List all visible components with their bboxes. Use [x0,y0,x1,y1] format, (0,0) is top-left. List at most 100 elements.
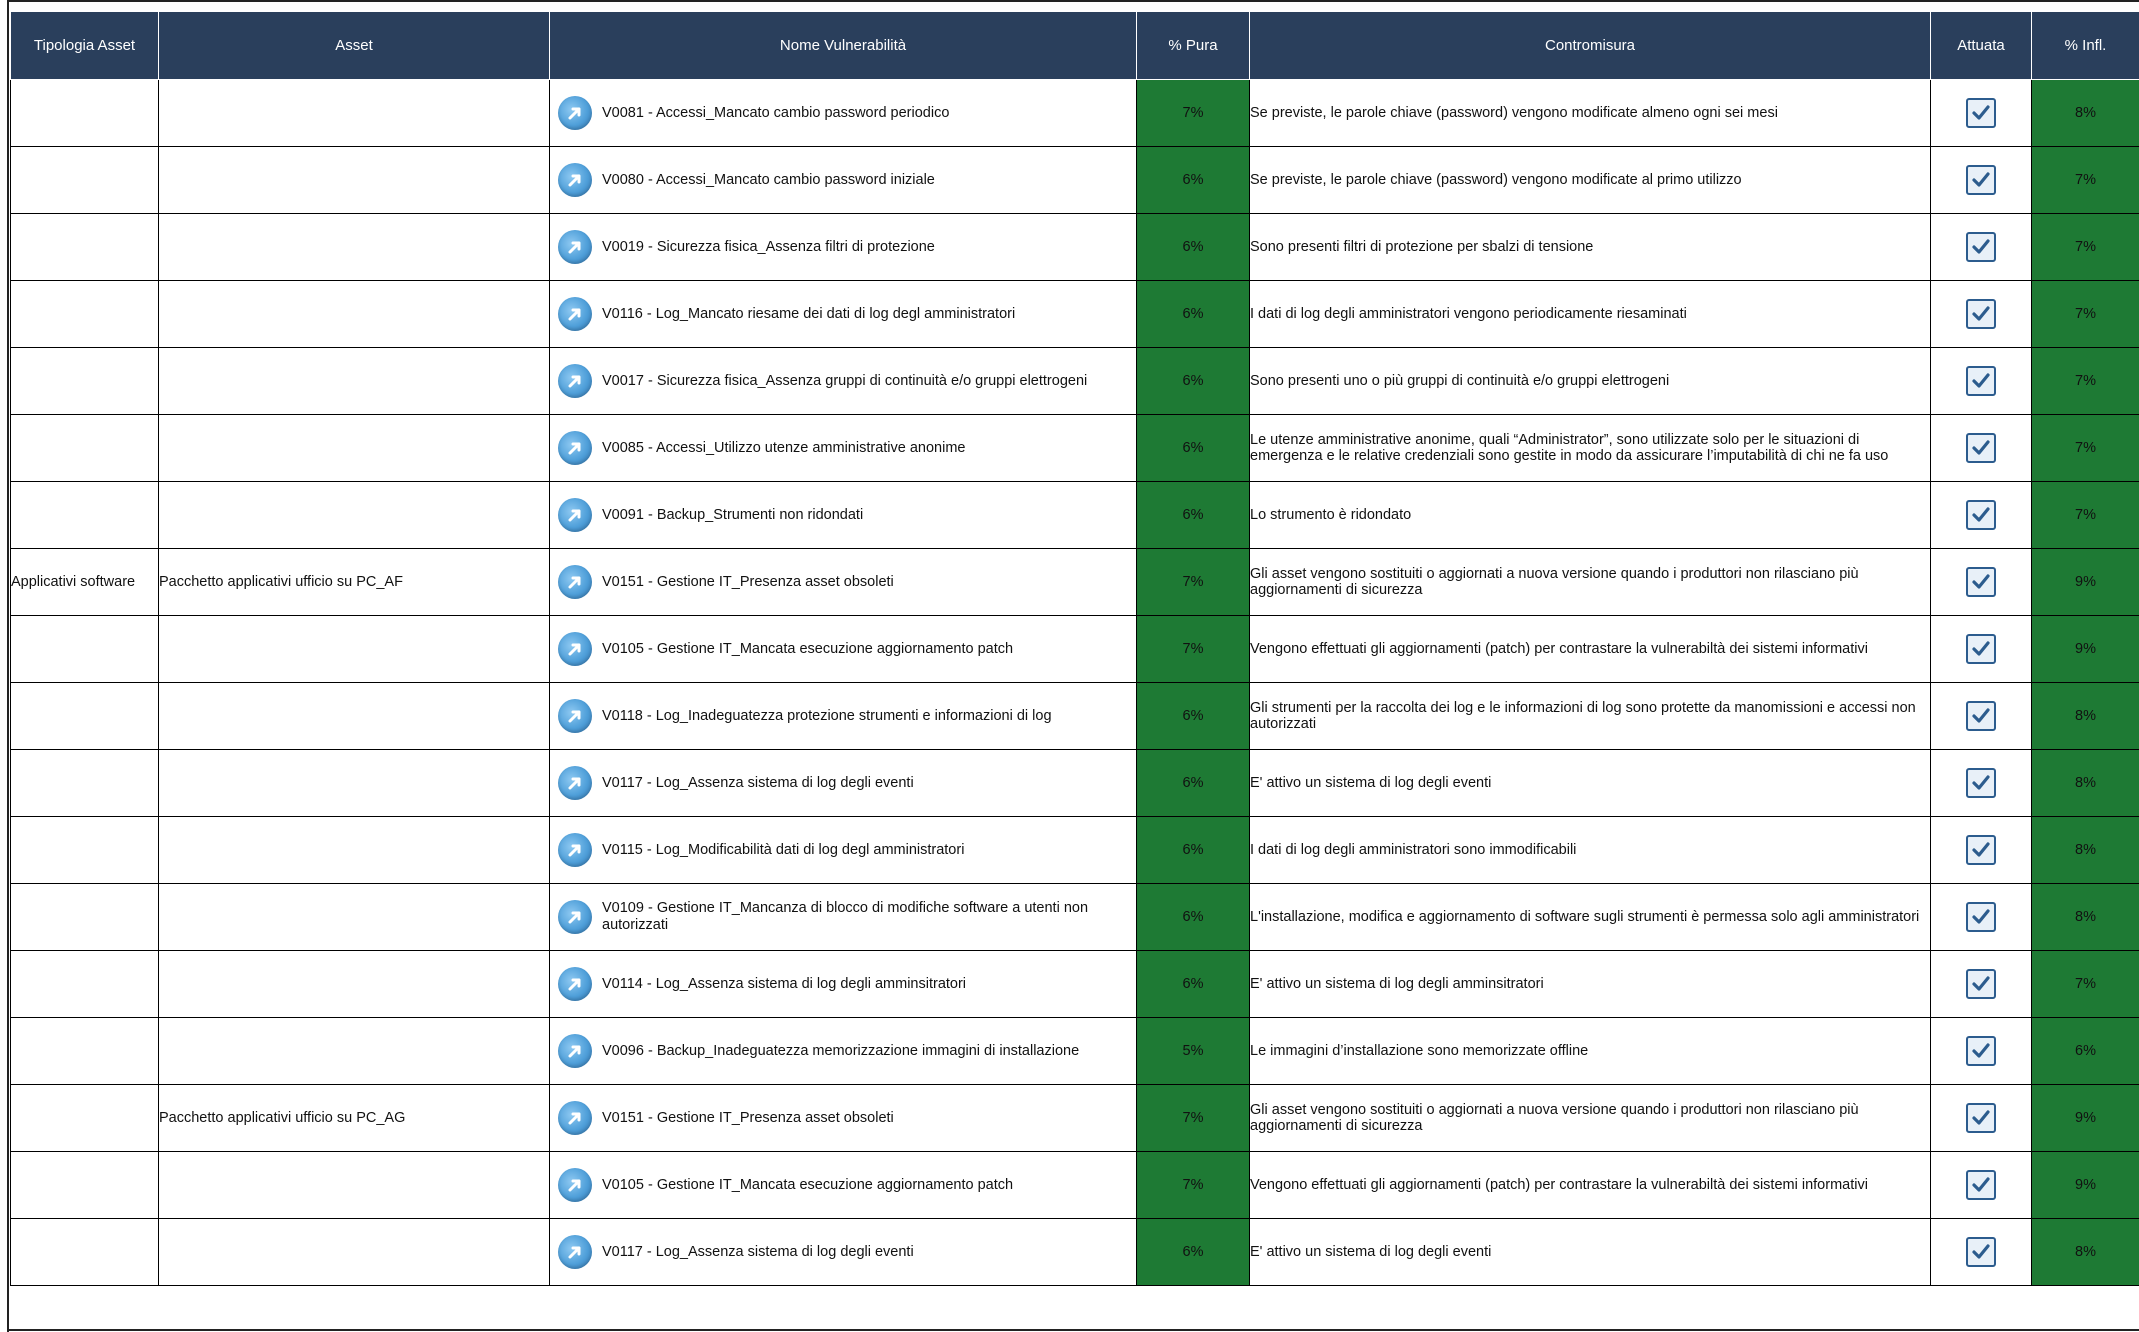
cell-asset [158,347,550,415]
cell-nome-vulnerabilita[interactable]: V0114 - Log_Assenza sistema di log degli… [549,950,1137,1018]
pura-value: 6% [1182,507,1204,523]
table-row[interactable]: V0080 - Accessi_Mancato cambio password … [10,146,2139,214]
cell-pura: 6% [1136,481,1250,549]
table-row[interactable]: V0081 - Accessi_Mancato cambio password … [10,79,2139,147]
table-row[interactable]: V0019 - Sicurezza fisica_Assenza filtri … [10,213,2139,281]
checkbox-checked-icon[interactable] [1966,500,1996,530]
checkbox-checked-icon[interactable] [1966,1036,1996,1066]
cell-nome-vulnerabilita[interactable]: V0109 - Gestione IT_Mancanza di blocco d… [549,883,1137,951]
arrow-circle-icon[interactable] [558,230,592,264]
cell-nome-vulnerabilita[interactable]: V0118 - Log_Inadeguatezza protezione str… [549,682,1137,750]
checkbox-checked-icon[interactable] [1966,1103,1996,1133]
cell-asset [158,79,550,147]
cell-nome-vulnerabilita[interactable]: V0017 - Sicurezza fisica_Assenza gruppi … [549,347,1137,415]
table-row[interactable]: V0017 - Sicurezza fisica_Assenza gruppi … [10,347,2139,415]
checkbox-checked-icon[interactable] [1966,366,1996,396]
arrow-circle-icon[interactable] [558,498,592,532]
cell-nome-vulnerabilita[interactable]: V0117 - Log_Assenza sistema di log degli… [549,1218,1137,1286]
checkbox-checked-icon[interactable] [1966,1170,1996,1200]
col-header-nome-vulnerabilita[interactable]: Nome Vulnerabilità [549,11,1137,80]
col-header-asset[interactable]: Asset [158,11,550,80]
checkbox-checked-icon[interactable] [1966,165,1996,195]
contromisura-text: Gli asset vengono sostituiti o aggiornat… [1250,566,1859,598]
infl-value: 9% [2075,641,2096,657]
checkbox-checked-icon[interactable] [1966,299,1996,329]
table-row[interactable]: V0116 - Log_Mancato riesame dei dati di … [10,280,2139,348]
table-row[interactable]: V0105 - Gestione IT_Mancata esecuzione a… [10,1151,2139,1219]
table-row[interactable]: V0096 - Backup_Inadeguatezza memorizzazi… [10,1017,2139,1085]
cell-nome-vulnerabilita[interactable]: V0096 - Backup_Inadeguatezza memorizzazi… [549,1017,1137,1085]
cell-nome-vulnerabilita[interactable]: V0085 - Accessi_Utilizzo utenze amminist… [549,414,1137,482]
col-header-infl[interactable]: % Infl. [2031,11,2139,80]
arrow-circle-icon[interactable] [558,833,592,867]
checkbox-checked-icon[interactable] [1966,701,1996,731]
cell-nome-vulnerabilita[interactable]: V0105 - Gestione IT_Mancata esecuzione a… [549,615,1137,683]
cell-nome-vulnerabilita[interactable]: V0151 - Gestione IT_Presenza asset obsol… [549,548,1137,616]
col-header-contromisura[interactable]: Contromisura [1249,11,1931,80]
table-row[interactable]: Applicativi software Pacchetto applicativ… [10,548,2139,616]
arrow-circle-icon[interactable] [558,96,592,130]
table-row[interactable]: V0114 - Log_Assenza sistema di log degli… [10,950,2139,1018]
cell-nome-vulnerabilita[interactable]: V0105 - Gestione IT_Mancata esecuzione a… [549,1151,1137,1219]
cell-nome-vulnerabilita[interactable]: V0081 - Accessi_Mancato cambio password … [549,79,1137,147]
cell-nome-vulnerabilita[interactable]: V0019 - Sicurezza fisica_Assenza filtri … [549,213,1137,281]
arrow-circle-icon[interactable] [558,632,592,666]
pura-value: 6% [1182,172,1204,188]
table-row[interactable]: V0117 - Log_Assenza sistema di log degli… [10,1218,2139,1286]
arrow-circle-icon[interactable] [558,1235,592,1269]
arrow-circle-icon[interactable] [558,297,592,331]
checkbox-checked-icon[interactable] [1966,98,1996,128]
vulnerability-name: V0118 - Log_Inadeguatezza protezione str… [602,707,1052,724]
arrow-circle-icon[interactable] [558,565,592,599]
col-header-attuata[interactable]: Attuata [1930,11,2032,80]
cell-asset [158,280,550,348]
arrow-circle-icon[interactable] [558,431,592,465]
cell-tipologia [10,682,159,750]
table-row[interactable]: V0117 - Log_Assenza sistema di log degli… [10,749,2139,817]
vulnerability-name: V0091 - Backup_Strumenti non ridondati [602,506,864,523]
table-row[interactable]: V0091 - Backup_Strumenti non ridondati 6%… [10,481,2139,549]
checkbox-checked-icon[interactable] [1966,232,1996,262]
checkbox-checked-icon[interactable] [1966,902,1996,932]
cell-attuata [1930,1017,2032,1085]
cell-nome-vulnerabilita[interactable]: V0116 - Log_Mancato riesame dei dati di … [549,280,1137,348]
arrow-circle-icon[interactable] [558,1101,592,1135]
arrow-circle-icon[interactable] [558,364,592,398]
cell-tipologia: Applicativi software [10,548,159,616]
table-row[interactable]: V0085 - Accessi_Utilizzo utenze amminist… [10,414,2139,482]
checkbox-checked-icon[interactable] [1966,567,1996,597]
checkbox-checked-icon[interactable] [1966,835,1996,865]
col-header-tipologia[interactable]: Tipologia Asset [10,11,159,80]
arrow-circle-icon[interactable] [558,900,592,934]
cell-nome-vulnerabilita[interactable]: V0115 - Log_Modificabilità dati di log d… [549,816,1137,884]
arrow-circle-icon[interactable] [558,699,592,733]
table-row[interactable]: Pacchetto applicativi ufficio su PC_AG V0… [10,1084,2139,1152]
arrow-circle-icon[interactable] [558,1034,592,1068]
cell-infl: 9% [2031,548,2139,616]
cell-asset: Pacchetto applicativi ufficio su PC_AG [158,1084,550,1152]
table-row[interactable]: V0105 - Gestione IT_Mancata esecuzione a… [10,615,2139,683]
cell-nome-vulnerabilita[interactable]: V0151 - Gestione IT_Presenza asset obsol… [549,1084,1137,1152]
cell-nome-vulnerabilita[interactable]: V0080 - Accessi_Mancato cambio password … [549,146,1137,214]
contromisura-text: Sono presenti filtri di protezione per s… [1250,239,1594,255]
cell-infl: 7% [2031,414,2139,482]
cell-attuata [1930,682,2032,750]
table-row[interactable]: V0115 - Log_Modificabilità dati di log d… [10,816,2139,884]
arrow-circle-icon[interactable] [558,1168,592,1202]
cell-nome-vulnerabilita[interactable]: V0117 - Log_Assenza sistema di log degli… [549,749,1137,817]
table-row[interactable]: V0109 - Gestione IT_Mancanza di blocco d… [10,883,2139,951]
arrow-circle-icon[interactable] [558,163,592,197]
col-header-pura[interactable]: % Pura [1136,11,1250,80]
checkbox-checked-icon[interactable] [1966,969,1996,999]
arrow-circle-icon[interactable] [558,766,592,800]
checkbox-checked-icon[interactable] [1966,433,1996,463]
cell-tipologia [10,950,159,1018]
contromisura-text: I dati di log degli amministratori vengo… [1250,306,1687,322]
checkbox-checked-icon[interactable] [1966,1237,1996,1267]
cell-nome-vulnerabilita[interactable]: V0091 - Backup_Strumenti non ridondati [549,481,1137,549]
checkbox-checked-icon[interactable] [1966,768,1996,798]
cell-attuata [1930,146,2032,214]
table-row[interactable]: V0118 - Log_Inadeguatezza protezione str… [10,682,2139,750]
checkbox-checked-icon[interactable] [1966,634,1996,664]
arrow-circle-icon[interactable] [558,967,592,1001]
